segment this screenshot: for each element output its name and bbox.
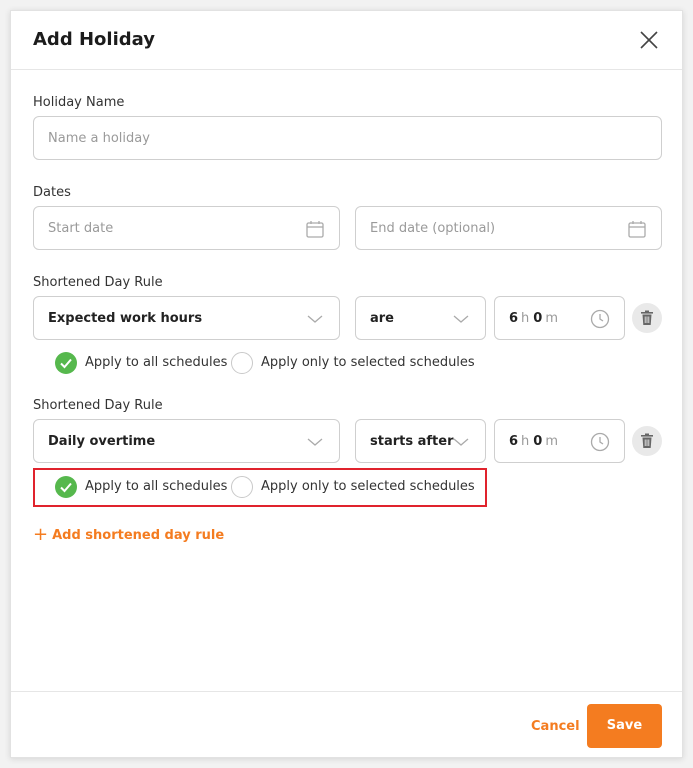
holiday-name-input[interactable]	[34, 117, 661, 159]
rule-1-duration-value: 6h0m	[509, 311, 562, 326]
rule-2-apply-all-radio[interactable]	[55, 476, 77, 498]
calendar-icon	[628, 221, 646, 238]
chevron-down-icon	[453, 438, 469, 446]
end-date-placeholder: End date (optional)	[370, 221, 496, 236]
rule-2-apply-selected-radio[interactable]	[231, 476, 253, 498]
clock-icon	[590, 309, 610, 329]
calendar-icon	[306, 221, 324, 238]
cancel-button[interactable]: Cancel	[531, 719, 580, 734]
dates-label: Dates	[33, 185, 71, 200]
rule-1-label: Shortened Day Rule	[33, 275, 163, 290]
trash-icon	[641, 310, 653, 325]
rule-1-type-value: Expected work hours	[48, 311, 203, 326]
check-icon	[60, 358, 72, 369]
rule-2-delete-button[interactable]	[632, 426, 662, 456]
start-date-placeholder: Start date	[48, 221, 114, 236]
minutes-unit: m	[545, 434, 559, 449]
rule-1-operator-value: are	[370, 311, 395, 326]
rule-2-type-select[interactable]: Daily overtime	[33, 419, 340, 463]
rule-2-apply-selected-label: Apply only to selected schedules	[261, 479, 475, 494]
rule-2-duration-field[interactable]: 6h0m	[494, 419, 625, 463]
modal-title: Add Holiday	[33, 29, 155, 50]
clock-icon	[590, 432, 610, 452]
modal-header: Add Holiday	[11, 11, 682, 70]
add-shortened-day-rule-link[interactable]: + Add shortened day rule	[33, 523, 225, 545]
rule-1-minutes: 0	[533, 311, 543, 326]
save-button[interactable]: Save	[587, 704, 662, 748]
rule-2-operator-value: starts after	[370, 434, 454, 449]
rule-1-type-select[interactable]: Expected work hours	[33, 296, 340, 340]
holiday-name-label: Holiday Name	[33, 95, 125, 110]
rule-2-type-value: Daily overtime	[48, 434, 156, 449]
rule-1-duration-field[interactable]: 6h0m	[494, 296, 625, 340]
rule-1-apply-all-label: Apply to all schedules	[85, 355, 228, 370]
add-holiday-modal: Add Holiday Holiday Name Dates Start dat…	[10, 10, 683, 758]
modal-footer: Cancel Save	[11, 691, 682, 759]
end-date-field[interactable]: End date (optional)	[355, 206, 662, 250]
close-icon	[640, 31, 658, 49]
rule-1-operator-select[interactable]: are	[355, 296, 486, 340]
rule-1-apply-selected-label: Apply only to selected schedules	[261, 355, 475, 370]
chevron-down-icon	[307, 315, 323, 323]
rule-1-apply-all-radio[interactable]	[55, 352, 77, 374]
chevron-down-icon	[307, 438, 323, 446]
rule-1-hours: 6	[509, 311, 519, 326]
minutes-unit: m	[545, 311, 559, 326]
close-button[interactable]	[636, 27, 662, 53]
rule-2-label: Shortened Day Rule	[33, 398, 163, 413]
rule-1-apply-selected-radio[interactable]	[231, 352, 253, 374]
start-date-field[interactable]: Start date	[33, 206, 340, 250]
rule-2-minutes: 0	[533, 434, 543, 449]
rule-1-delete-button[interactable]	[632, 303, 662, 333]
chevron-down-icon	[453, 315, 469, 323]
check-icon	[60, 482, 72, 493]
rule-2-hours: 6	[509, 434, 519, 449]
holiday-name-field[interactable]	[33, 116, 662, 160]
rule-2-duration-value: 6h0m	[509, 434, 562, 449]
plus-icon: +	[33, 524, 49, 545]
add-rule-label: Add shortened day rule	[52, 528, 225, 543]
trash-icon	[641, 433, 653, 448]
hours-unit: h	[521, 434, 530, 449]
rule-2-apply-all-label: Apply to all schedules	[85, 479, 228, 494]
rule-2-operator-select[interactable]: starts after	[355, 419, 486, 463]
hours-unit: h	[521, 311, 530, 326]
